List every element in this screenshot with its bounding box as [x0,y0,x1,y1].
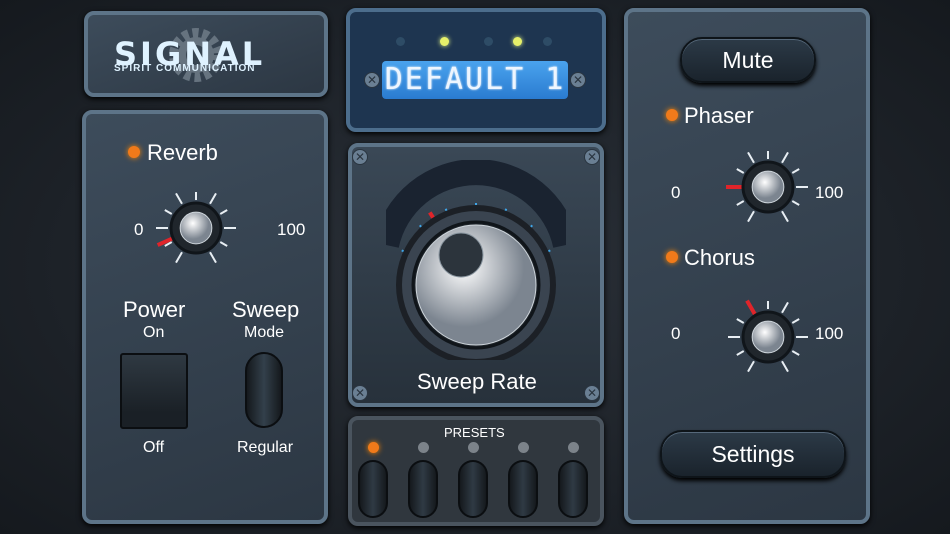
sweep-mode-sublabel: Mode [244,324,285,341]
scale-tick [791,168,800,174]
preset-led [368,442,379,453]
preset-led [568,442,579,453]
indicator-dot [396,37,405,46]
phaser-led [666,109,678,121]
sweep-mode-label: Sweep [232,297,300,322]
knob-cap [751,320,785,354]
power-switch[interactable] [120,353,188,429]
phaser-min-label: 0 [671,183,681,202]
scale-tick [164,209,173,215]
mute-button[interactable]: Mute [680,37,816,83]
scale-tick [747,360,755,373]
sweep-rate-label: Sweep Rate [417,369,537,394]
scale-tick [736,318,745,324]
screw-icon: ✕ [364,72,380,88]
phaser-label: Phaser [684,103,754,128]
preset-display: DEFAULT 1 [382,61,568,99]
indicator-dot [543,37,552,46]
reverb-knob[interactable] [146,170,256,280]
preset-led [468,442,479,453]
indicator-dot [484,37,493,46]
scale-tick [736,168,745,174]
chorus-led [666,251,678,263]
chorus-label: Chorus [684,245,755,270]
scale-tick [219,209,228,215]
preset-switch-4[interactable] [508,460,538,518]
preset-led [518,442,529,453]
sweep-mode-value: Regular [237,439,294,456]
scale-tick [791,200,800,206]
power-label: Power [123,297,186,322]
scale-tick [219,241,228,247]
reverb-min-label: 0 [134,220,144,239]
settings-button[interactable]: Settings [660,430,846,478]
scale-tick [781,151,789,164]
indicator-dot [440,37,449,46]
preset-switch-3[interactable] [458,460,488,518]
knob-cap [179,211,213,245]
screw-icon: ✕ [352,149,368,165]
chorus-min-label: 0 [671,324,681,343]
scale-tick [781,301,789,314]
phaser-knob[interactable] [714,132,824,242]
scale-tick [175,251,183,264]
reverb-led [128,146,140,158]
chorus-knob[interactable] [714,282,824,392]
indicator-dot [513,37,522,46]
scale-tick [791,350,800,356]
scale-tick [175,192,183,205]
presets-label: PRESETS [444,425,505,440]
scale-tick [209,251,217,264]
scale-tick [747,151,755,164]
knob-grip [438,232,484,278]
scale-tick [791,318,800,324]
power-off-label: Off [143,439,165,456]
reverb-label: Reverb [147,140,218,165]
reverb-max-label: 100 [277,220,306,239]
scale-tick [781,360,789,373]
sweep-mode-switch[interactable] [245,352,283,428]
preset-led [418,442,429,453]
preset-switch-1[interactable] [358,460,388,518]
screw-icon: ✕ [352,385,368,401]
screw-icon: ✕ [584,149,600,165]
knob-cap [751,170,785,204]
preset-switch-2[interactable] [408,460,438,518]
scale-tick [209,192,217,205]
scale-tick [781,210,789,223]
screw-icon: ✕ [570,72,586,88]
scale-tick [747,210,755,223]
logo-panel: SIGNAL SPIRIT COMMUNICATION [84,11,328,97]
scale-tick [736,350,745,356]
value-indicator [745,299,757,316]
logo-subtitle: SPIRIT COMMUNICATION [114,63,256,74]
scale-tick [736,200,745,206]
power-on-label: On [143,324,165,341]
screw-icon: ✕ [584,385,600,401]
preset-switch-5[interactable] [558,460,588,518]
sweep-rate-knob[interactable] [386,160,566,360]
